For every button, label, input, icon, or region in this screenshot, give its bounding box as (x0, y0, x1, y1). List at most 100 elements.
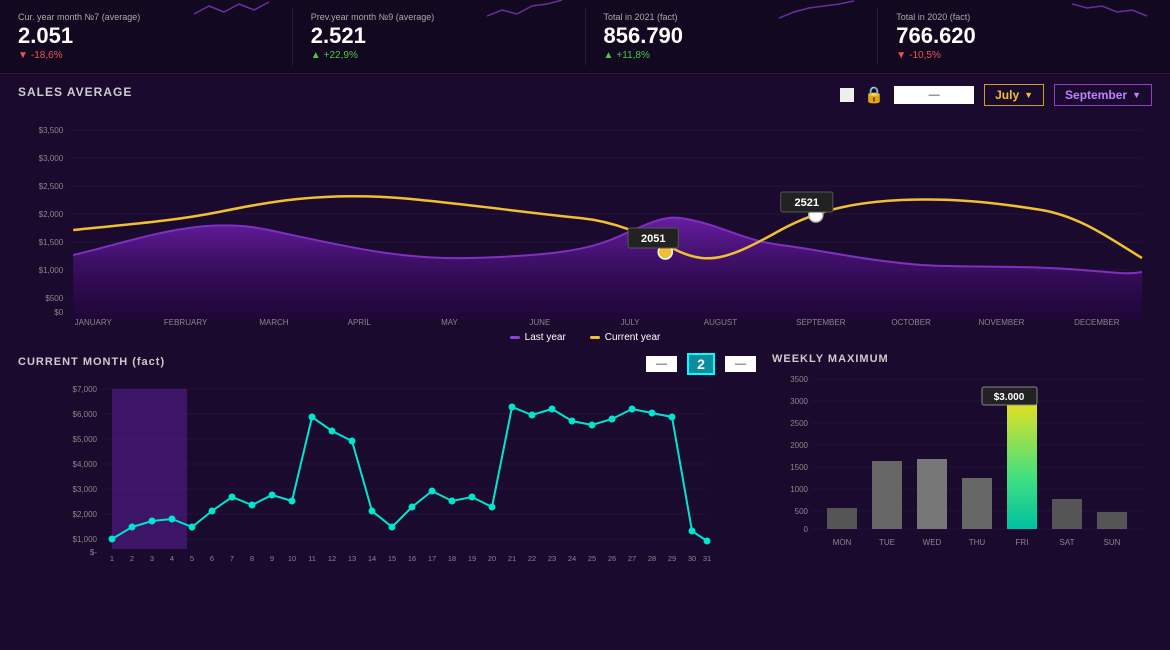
legend-last-year: Last year (510, 332, 566, 343)
svg-text:$4,000: $4,000 (73, 460, 98, 469)
sparkline-1 (194, 0, 274, 24)
svg-text:$2,000: $2,000 (39, 210, 64, 219)
svg-text:12: 12 (328, 554, 336, 563)
svg-text:APRIL: APRIL (348, 318, 372, 327)
svg-text:DECEMBER: DECEMBER (1074, 318, 1120, 327)
svg-text:$3,000: $3,000 (73, 485, 98, 494)
svg-text:OCTOBER: OCTOBER (891, 318, 931, 327)
chart-legend: Last year Current year (18, 332, 1152, 343)
weekly-max-section: WEEKLY MAXIMUM (772, 353, 1152, 553)
svg-text:27: 27 (628, 554, 636, 563)
svg-text:$6,000: $6,000 (73, 410, 98, 419)
square-icon[interactable] (840, 88, 854, 102)
cm-dash-right: — (725, 356, 756, 372)
current-month-title: CURRENT MONTH (fact) (18, 356, 165, 368)
cm-dash-left: — (646, 356, 677, 372)
sales-chart-title: SALES AVERAGE (18, 85, 132, 99)
svg-text:17: 17 (428, 554, 436, 563)
svg-text:26: 26 (608, 554, 616, 563)
svg-text:14: 14 (368, 554, 376, 563)
sparkline-3 (779, 0, 859, 24)
svg-text:$5,000: $5,000 (73, 435, 98, 444)
svg-text:18: 18 (448, 554, 456, 563)
month-dropdown-july[interactable]: July ▼ (984, 84, 1044, 106)
bar-sun (1097, 512, 1127, 529)
kpi-item-3: Total in 2021 (fact) 856.790 ▲ +11,8% (586, 8, 879, 65)
kpi-value-2: 2.521 (311, 24, 567, 48)
svg-text:FEBRUARY: FEBRUARY (164, 318, 208, 327)
sparkline-4 (1072, 0, 1152, 24)
sales-average-section: SALES AVERAGE 🔒 July ▼ September ▼ (18, 84, 1152, 343)
svg-text:MAY: MAY (441, 318, 458, 327)
kpi-value-3: 856.790 (604, 24, 860, 48)
bar-fri (1007, 401, 1037, 529)
svg-text:$0: $0 (54, 308, 63, 317)
svg-text:$1,000: $1,000 (73, 535, 98, 544)
svg-text:6: 6 (210, 554, 214, 563)
lock-icon[interactable]: 🔒 (864, 85, 884, 105)
cm-highlight-rect (112, 389, 187, 549)
current-month-svg: $7,000 $6,000 $5,000 $4,000 $3,000 $2,00… (18, 379, 756, 564)
kpi-arrow-1: ▼ (18, 50, 28, 61)
sparkline-2 (487, 0, 567, 24)
weekly-max-title: WEEKLY MAXIMUM (772, 353, 1152, 365)
svg-text:3000: 3000 (790, 397, 808, 406)
svg-text:NOVEMBER: NOVEMBER (979, 318, 1025, 327)
svg-text:$2,500: $2,500 (39, 182, 64, 191)
svg-text:1000: 1000 (790, 485, 808, 494)
svg-text:1: 1 (110, 554, 114, 563)
svg-text:AUGUST: AUGUST (704, 318, 738, 327)
svg-text:19: 19 (468, 554, 476, 563)
svg-text:2000: 2000 (790, 441, 808, 450)
sales-svg: $3,500 $3,000 $2,500 $2,000 $1,500 $1,00… (18, 110, 1152, 330)
svg-text:24: 24 (568, 554, 576, 563)
kpi-item-2: Prev.year month №9 (average) 2.521 ▲ +22… (293, 8, 586, 65)
svg-text:7: 7 (230, 554, 234, 563)
bar-tue (872, 461, 902, 529)
kpi-change-1: ▼ -18,6% (18, 50, 274, 61)
kpi-arrow-3: ▲ (604, 50, 614, 61)
svg-text:9: 9 (270, 554, 274, 563)
svg-text:SAT: SAT (1060, 538, 1075, 547)
svg-text:$1,000: $1,000 (39, 266, 64, 275)
svg-text:SEPTEMBER: SEPTEMBER (796, 318, 846, 327)
tooltip-text-2: 2521 (795, 197, 820, 209)
svg-text:JUNE: JUNE (529, 318, 550, 327)
cm-number: 2 (687, 353, 715, 375)
range-input[interactable] (894, 86, 974, 104)
svg-text:20: 20 (488, 554, 496, 563)
svg-text:13: 13 (348, 554, 356, 563)
svg-text:1500: 1500 (790, 463, 808, 472)
kpi-item-4: Total in 2020 (fact) 766.620 ▼ -10,5% (878, 8, 1170, 65)
svg-text:4: 4 (170, 554, 174, 563)
kpi-arrow-2: ▲ (311, 50, 321, 61)
svg-text:28: 28 (648, 554, 656, 563)
month-dropdown-september[interactable]: September ▼ (1054, 84, 1152, 106)
svg-text:8: 8 (250, 554, 254, 563)
cm-line (112, 407, 707, 541)
bar-sat (1052, 499, 1082, 529)
bar-mon (827, 508, 857, 529)
svg-text:$2,000: $2,000 (73, 510, 98, 519)
legend-color-yellow (590, 336, 600, 339)
weekly-max-svg: 3500 3000 2500 2000 1500 1000 500 0 (772, 369, 1152, 554)
svg-text:31: 31 (703, 554, 711, 563)
kpi-value-4: 766.620 (896, 24, 1152, 48)
svg-text:$-: $- (90, 548, 97, 557)
svg-text:3: 3 (150, 554, 154, 563)
svg-text:0: 0 (804, 525, 809, 534)
legend-color-purple (510, 336, 520, 339)
svg-text:$7,000: $7,000 (73, 385, 98, 394)
svg-text:TUE: TUE (879, 538, 895, 547)
sales-area-chart: $3,500 $3,000 $2,500 $2,000 $1,500 $1,00… (18, 110, 1152, 330)
svg-text:THU: THU (969, 538, 986, 547)
current-month-section: CURRENT MONTH (fact) — 2 — (18, 353, 756, 553)
svg-text:WED: WED (923, 538, 942, 547)
svg-text:2: 2 (130, 554, 134, 563)
svg-text:15: 15 (388, 554, 396, 563)
svg-text:$1,500: $1,500 (39, 238, 64, 247)
fri-tooltip-text: $3.000 (994, 392, 1025, 403)
svg-text:MARCH: MARCH (259, 318, 289, 327)
svg-text:22: 22 (528, 554, 536, 563)
kpi-value-1: 2.051 (18, 24, 274, 48)
